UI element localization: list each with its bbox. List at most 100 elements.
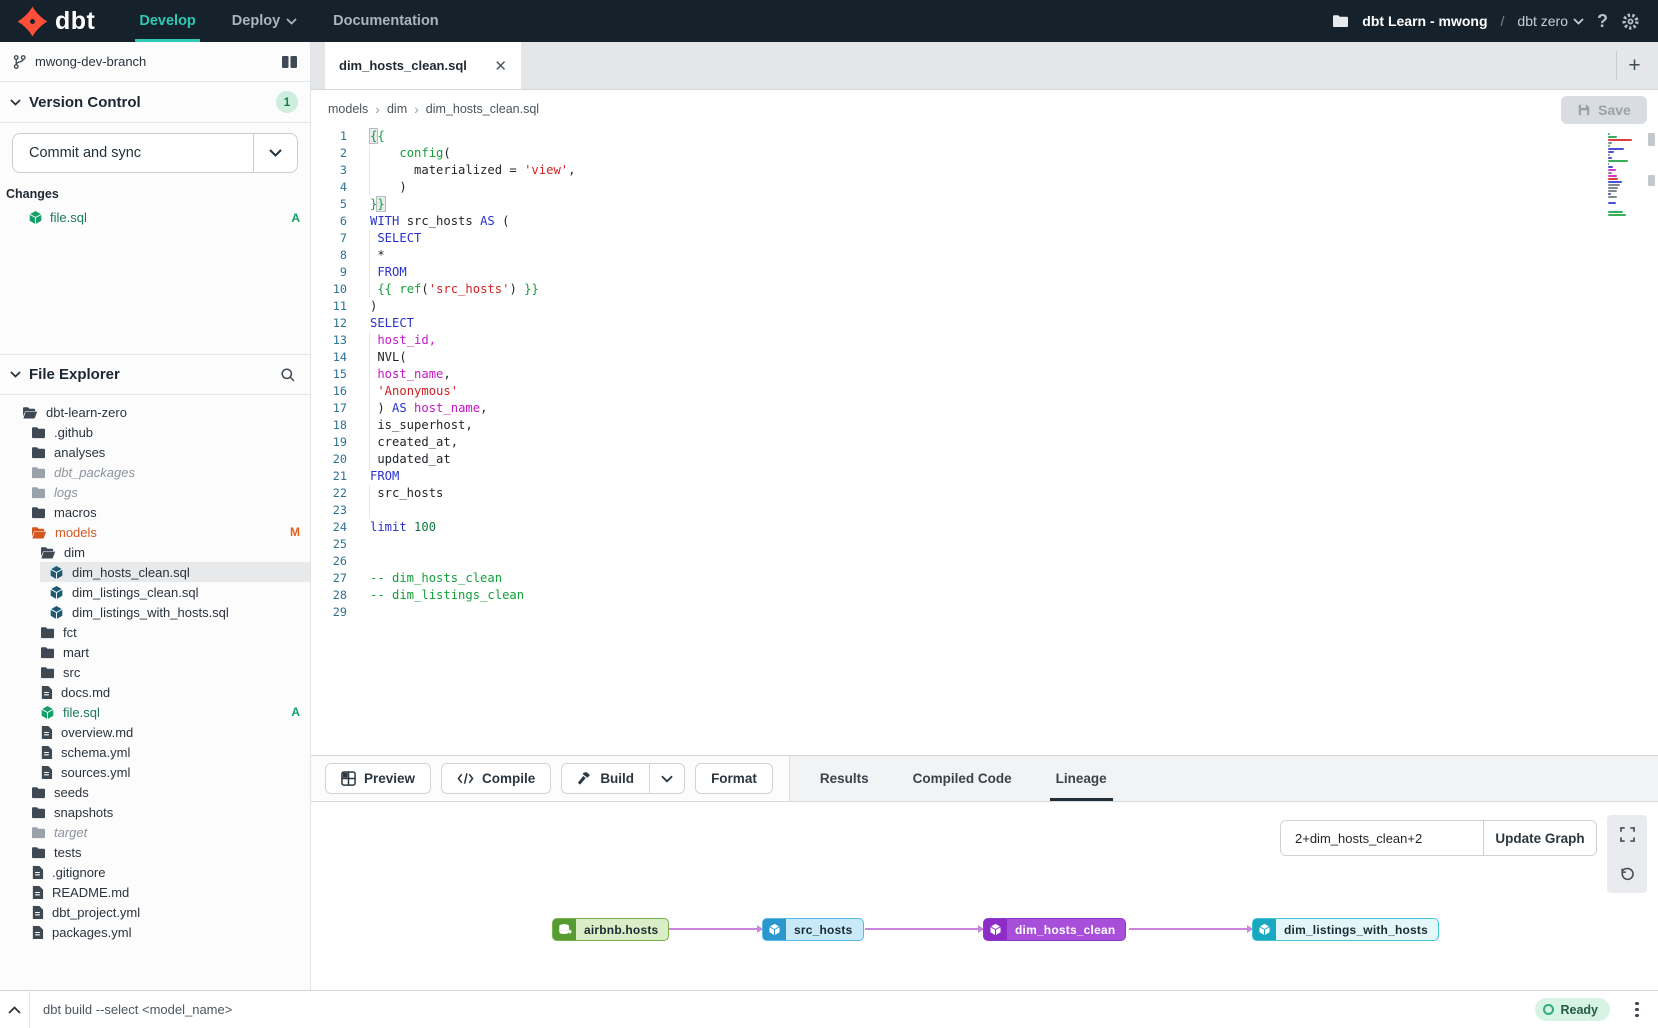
tree-item-snapshots[interactable]: snapshots (0, 802, 310, 822)
code-line-29: 29 (311, 604, 1658, 621)
folder-icon (31, 786, 46, 799)
file-icon (40, 745, 53, 760)
reset-view-icon[interactable] (1607, 854, 1647, 893)
tree-item-label: snapshots (54, 805, 113, 820)
line-number: 5 (311, 196, 347, 213)
tree-item-dbt-packages[interactable]: dbt_packages (0, 462, 310, 482)
tree-item-logs[interactable]: logs (0, 482, 310, 502)
editor-scrollbar[interactable] (1647, 129, 1656, 753)
environment-select[interactable]: dbt zero (1517, 13, 1584, 29)
file-tree: dbt-learn-zero.githubanalysesdbt_package… (0, 395, 310, 990)
changed-file-row[interactable]: file.sql A (0, 205, 310, 230)
line-number: 19 (311, 434, 347, 451)
chevron-down-icon (269, 149, 282, 157)
lineage-node-dim-hosts-clean[interactable]: dim_hosts_clean (983, 918, 1126, 941)
tab-compiled-code[interactable]: Compiled Code (891, 756, 1034, 801)
code-line-18: 18 is_superhost, (311, 417, 1658, 434)
lineage-node-airbnb-hosts[interactable]: airbnb.hosts (552, 918, 669, 941)
git-branch-row[interactable]: mwong-dev-branch (0, 42, 310, 82)
line-number: 15 (311, 366, 347, 383)
tab-results[interactable]: Results (798, 756, 891, 801)
update-graph-button[interactable]: Update Graph (1484, 821, 1596, 855)
close-icon[interactable]: ✕ (494, 57, 507, 75)
file-explorer-header[interactable]: File Explorer (0, 354, 310, 395)
tree-item-overview-md[interactable]: overview.md (0, 722, 310, 742)
build-options-chevron[interactable] (649, 763, 685, 794)
nav-deploy[interactable]: Deploy (214, 0, 315, 42)
code-editor[interactable]: 1{{2 config(3 materialized = 'view',4 )5… (311, 127, 1658, 755)
version-control-header[interactable]: Version Control 1 (0, 82, 310, 123)
tree-item-dim-listings-clean-sql[interactable]: dim_listings_clean.sql (0, 582, 310, 602)
lineage-node-dim-listings-with-hosts[interactable]: dim_listings_with_hosts (1252, 918, 1439, 941)
editor-tab[interactable]: dim_hosts_clean.sql ✕ (325, 42, 521, 89)
tree-item-readme-md[interactable]: README.md (0, 882, 310, 902)
breadcrumb-file[interactable]: dim_hosts_clean.sql (426, 102, 539, 116)
save-button[interactable]: Save (1561, 96, 1647, 124)
code-line-7: 7 SELECT (311, 230, 1658, 247)
lineage-selector-input[interactable] (1281, 821, 1484, 855)
folder-icon (40, 626, 55, 639)
fullscreen-icon[interactable] (1607, 815, 1647, 854)
tree-item-analyses[interactable]: analyses (0, 442, 310, 462)
compile-button[interactable]: Compile (441, 763, 551, 794)
tree-item-dbt-learn-zero[interactable]: dbt-learn-zero (0, 402, 310, 422)
code-line-22: 22 src_hosts (311, 485, 1658, 502)
tree-item-src[interactable]: src (0, 662, 310, 682)
project-name[interactable]: dbt Learn - mwong (1362, 13, 1487, 29)
search-icon[interactable] (280, 367, 296, 383)
gear-icon[interactable] (1621, 12, 1640, 31)
format-button[interactable]: Format (695, 763, 773, 794)
tree-item-dim[interactable]: dim (0, 542, 310, 562)
commit-options-chevron[interactable] (253, 134, 297, 172)
nav-develop[interactable]: Develop (121, 0, 213, 42)
help-icon[interactable]: ? (1597, 11, 1608, 32)
tree-item-dbt-project-yml[interactable]: dbt_project.yml (0, 902, 310, 922)
lineage-node-src-hosts[interactable]: src_hosts (762, 918, 864, 941)
line-number: 17 (311, 400, 347, 417)
tree-item-target[interactable]: target (0, 822, 310, 842)
tree-item-schema-yml[interactable]: schema.yml (0, 742, 310, 762)
kebab-menu-icon[interactable] (1624, 1002, 1650, 1018)
command-input[interactable]: dbt build --select <model_name> (30, 1002, 1535, 1017)
tree-item-dim-listings-with-hosts-sql[interactable]: dim_listings_with_hosts.sql (0, 602, 310, 622)
breadcrumb-models[interactable]: models (328, 102, 368, 116)
tree-item-seeds[interactable]: seeds (0, 782, 310, 802)
chevron-down-icon (661, 775, 673, 783)
logo-text: dbt (55, 7, 95, 36)
folder-icon (40, 646, 55, 659)
scrollbar-thumb[interactable] (1648, 133, 1655, 146)
line-number: 10 (311, 281, 347, 298)
scrollbar-thumb[interactable] (1648, 175, 1655, 186)
tree-item-models[interactable]: modelsM (0, 522, 310, 542)
tree-item-docs-md[interactable]: docs.md (0, 682, 310, 702)
tree-item--github[interactable]: .github (0, 422, 310, 442)
tree-item-sources-yml[interactable]: sources.yml (0, 762, 310, 782)
line-number: 20 (311, 451, 347, 468)
tree-item-mart[interactable]: mart (0, 642, 310, 662)
tree-item-macros[interactable]: macros (0, 502, 310, 522)
tree-item-tests[interactable]: tests (0, 842, 310, 862)
dbt-logo[interactable]: dbt (0, 0, 121, 42)
code-line-20: 20 updated_at (311, 451, 1658, 468)
preview-button[interactable]: Preview (325, 763, 431, 794)
build-button[interactable]: Build (561, 763, 650, 794)
line-number: 25 (311, 536, 347, 553)
tree-item-fct[interactable]: fct (0, 622, 310, 642)
new-tab-button[interactable]: + (1616, 51, 1652, 80)
tree-item-packages-yml[interactable]: packages.yml (0, 922, 310, 942)
folder-icon (40, 666, 55, 679)
line-number: 3 (311, 162, 347, 179)
breadcrumb-dim[interactable]: dim (387, 102, 407, 116)
tab-lineage[interactable]: Lineage (1034, 756, 1129, 801)
docs-panels-icon[interactable] (281, 55, 298, 69)
tree-item-file-sql[interactable]: file.sqlA (0, 702, 310, 722)
tree-item--gitignore[interactable]: .gitignore (0, 862, 310, 882)
minimap[interactable] (1608, 133, 1638, 220)
nav-documentation[interactable]: Documentation (315, 0, 457, 42)
node-type-icon (763, 919, 786, 940)
chevron-up-icon[interactable] (0, 991, 30, 1028)
hammer-icon (577, 771, 592, 786)
code-line-24: 24limit 100 (311, 519, 1658, 536)
commit-and-sync-button[interactable]: Commit and sync (12, 133, 298, 173)
tree-item-dim-hosts-clean-sql[interactable]: dim_hosts_clean.sql (0, 562, 310, 582)
